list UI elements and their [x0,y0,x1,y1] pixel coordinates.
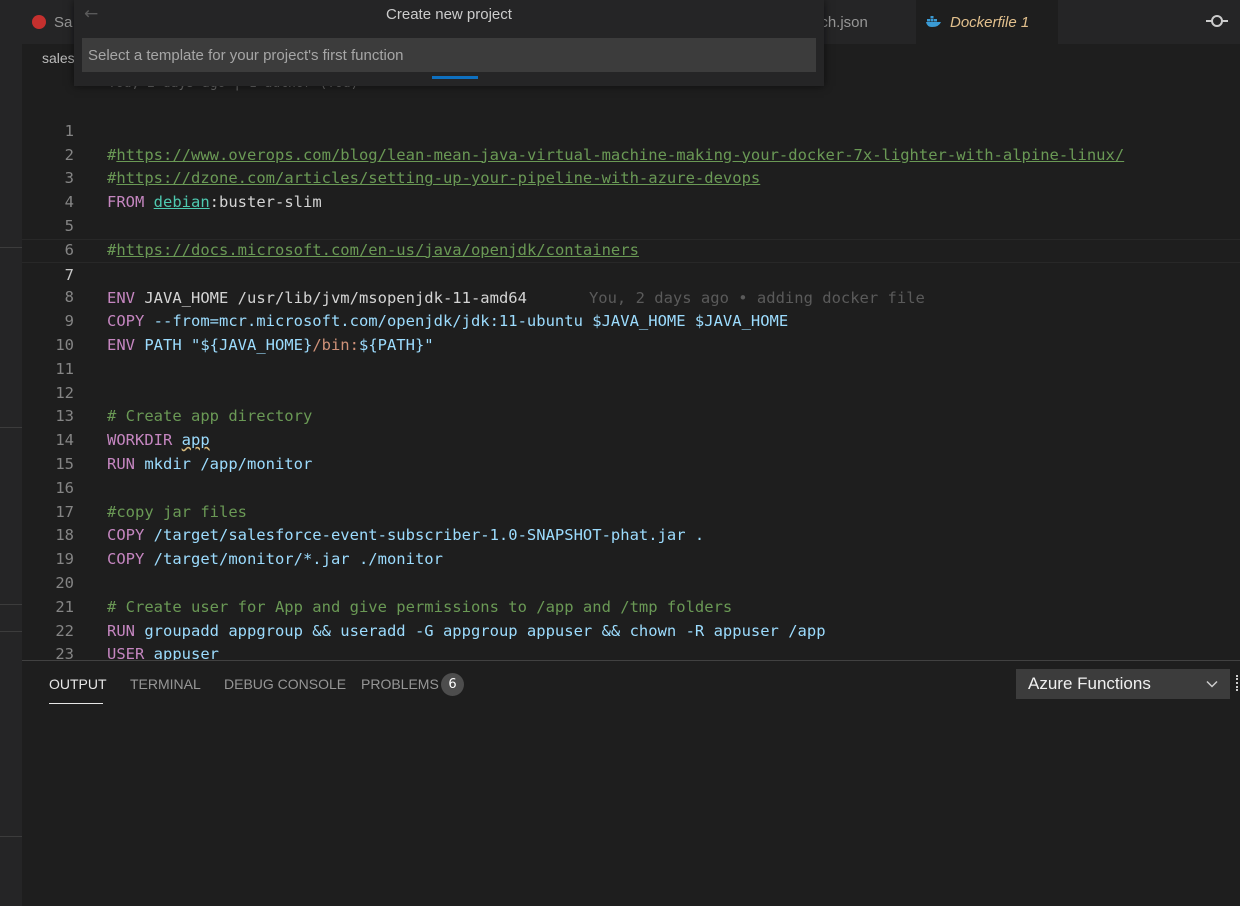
code-line: 18 COPY /target/monitor/*.jar ./monitor [22,501,1240,568]
quick-pick-input[interactable] [82,38,816,72]
git-compare-icon[interactable] [1206,10,1228,32]
divider [0,604,22,605]
tab-ruby-file[interactable]: Sa [22,0,82,44]
code-line: 12 # Create app directory [22,358,1240,426]
ruby-icon [32,15,46,29]
more-actions-icon[interactable] [1236,675,1240,691]
code-line: 9 ENV PATH "${JAVA_HOME}/bin:${PATH}" [22,286,1240,354]
code-line: 16 #copy jar files [22,453,1240,521]
code-editor[interactable]: 1 #https://www.overops.com/blog/lean-mea… [22,96,1240,687]
divider [0,427,22,428]
chevron-down-icon [1206,680,1218,688]
progress-bar [432,76,478,79]
quick-pick-title: Create new project [386,6,512,23]
quick-pick-dialog: ← Create new project [74,0,824,86]
code-line: 10 [22,310,1240,354]
bottom-panel: OUTPUT TERMINAL DEBUG CONSOLE PROBLEMS 6… [22,660,1240,906]
code-line: 11 [22,334,1240,378]
code-line: 3 FROM debian:buster-slim [22,144,1240,211]
code-line: 8 COPY --from=mcr.microsoft.com/openjdk/… [22,263,1240,330]
problems-count-badge: 6 [441,673,464,696]
code-line: 23 [22,620,1240,663]
active-tab-indicator [49,703,103,704]
tab-label: Sa [54,13,73,31]
code-line: 2 #https://dzone.com/articles/setting-up… [22,120,1240,188]
code-line: 22 USER appuser [22,596,1240,664]
tab-dockerfile[interactable]: Dockerfile 1 [916,0,1058,44]
divider [0,631,22,632]
tab-label: Dockerfile 1 [950,13,1030,31]
code-line: 5 #https://docs.microsoft.com/en-us/java… [22,191,1240,259]
code-line: 1 #https://www.overops.com/blog/lean-mea… [22,96,1240,164]
code-line: 19 [22,524,1240,568]
code-line: 21 RUN groupadd appgroup && useradd -G a… [22,572,1240,640]
code-line: 4 [22,167,1240,211]
tab-output[interactable]: OUTPUT [49,676,107,692]
current-code-line: 7 ENV JAVA_HOME /usr/lib/jvm/msopenjdk-1… [22,238,1240,307]
output-channel-select[interactable]: Azure Functions [1016,669,1230,699]
tab-debug-console[interactable]: DEBUG CONSOLE [224,676,346,692]
activity-bar [0,0,22,906]
tab-problems[interactable]: PROBLEMS [361,676,439,692]
code-line: 15 [22,429,1240,473]
output-channel-value: Azure Functions [1028,674,1151,693]
code-line: 6 [22,215,1240,259]
divider [0,836,22,837]
code-line: 20 # Create user for App and give permis… [22,548,1240,616]
tab-terminal[interactable]: TERMINAL [130,676,201,692]
code-line: 17 COPY /target/salesforce-event-subscri… [22,477,1240,545]
breadcrumb[interactable]: sales [42,50,75,66]
divider [0,247,22,248]
code-line: 13 WORKDIR app [22,382,1240,449]
code-line: 14 RUN mkdir /app/monitor [22,405,1240,473]
docker-icon [926,15,942,30]
